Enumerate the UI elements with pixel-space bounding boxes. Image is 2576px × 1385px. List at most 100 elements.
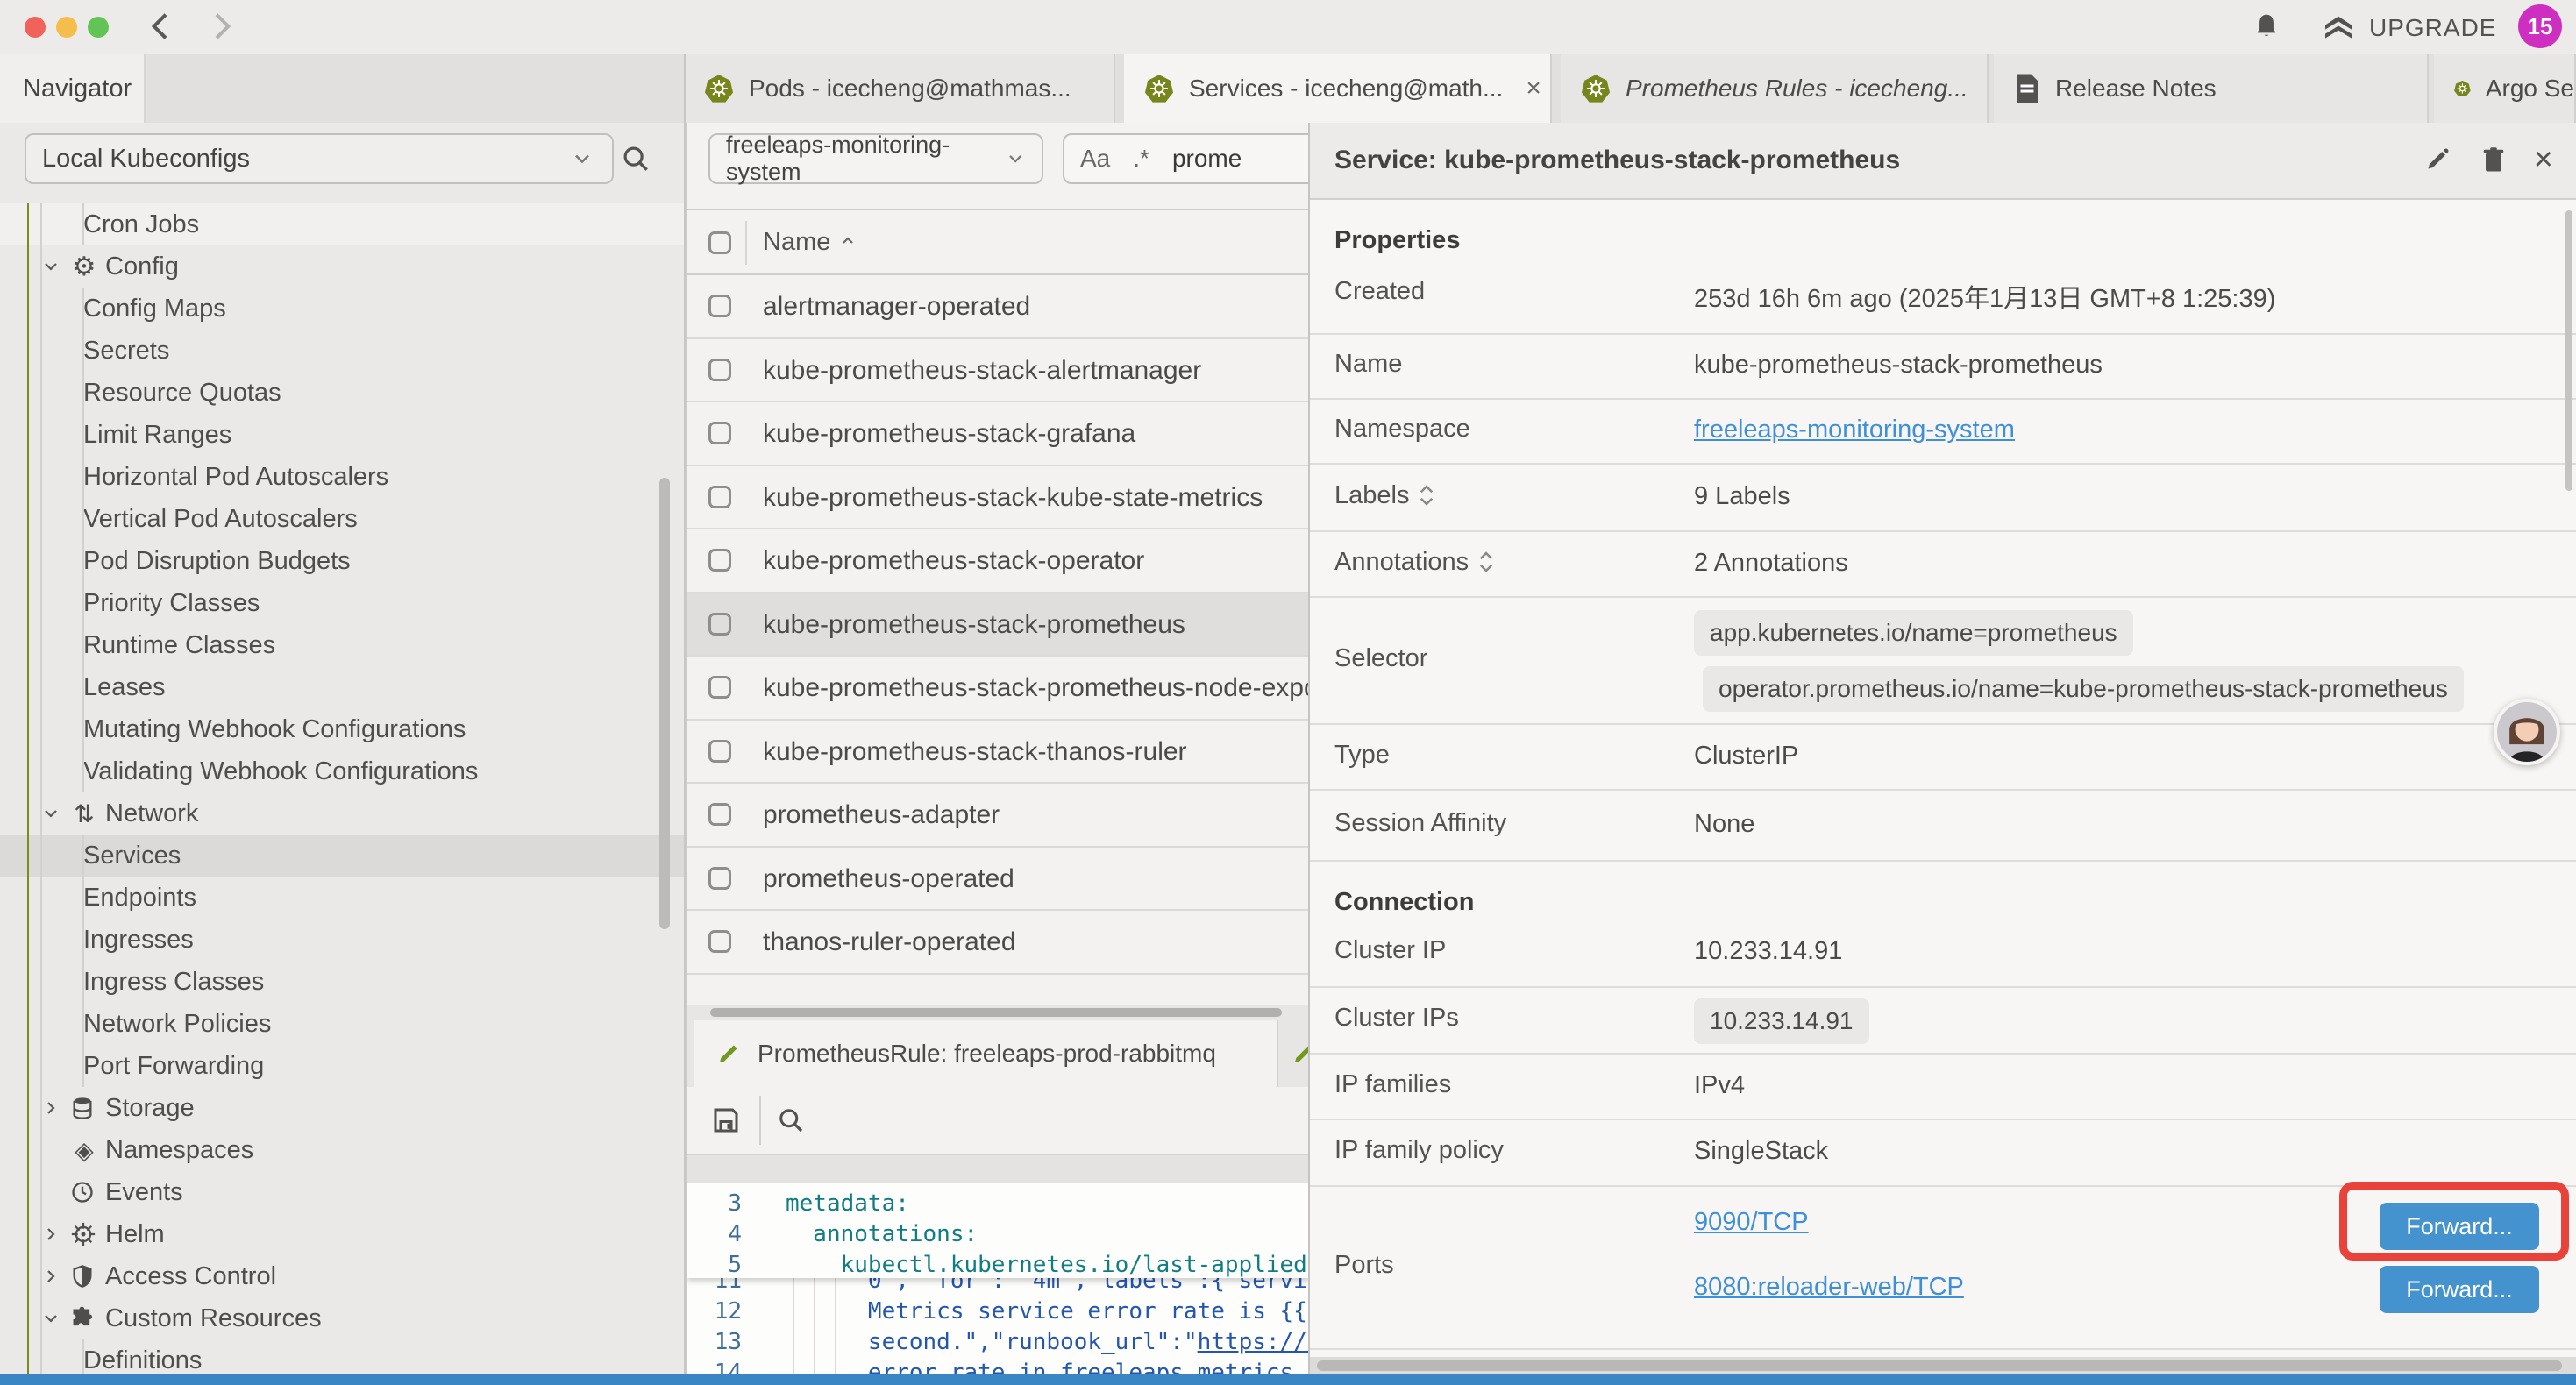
sidebar-item-resource-quotas[interactable]: Resource Quotas — [0, 372, 684, 414]
panel-horizontal-scrollbar[interactable] — [1310, 1357, 2576, 1374]
expander-icon[interactable] — [1418, 482, 1435, 508]
sidebar-item-secrets[interactable]: Secrets — [0, 330, 684, 372]
table-row[interactable]: prometheus-adapter — [687, 784, 1308, 848]
sidebar-item-cron-jobs[interactable]: Cron Jobs — [0, 203, 684, 245]
navigator-panel-tab[interactable]: Navigator — [0, 54, 146, 123]
sidebar-item-priority-classes[interactable]: Priority Classes — [0, 582, 684, 624]
sidebar-item-endpoints[interactable]: Endpoints — [0, 877, 684, 919]
table-row[interactable]: alertmanager-operated — [687, 275, 1308, 339]
row-checkbox[interactable] — [708, 549, 731, 572]
sidebar-item-config[interactable]: ⚙Config — [0, 245, 684, 288]
row-checkbox[interactable] — [708, 486, 731, 508]
edit-pencil-icon[interactable] — [2422, 144, 2453, 175]
row-checkbox[interactable] — [708, 359, 731, 381]
table-row[interactable]: prometheus-operated — [687, 848, 1308, 912]
sidebar-item-custom-resources[interactable]: Custom Resources — [0, 1297, 684, 1339]
row-checkbox[interactable] — [708, 930, 731, 953]
table-row[interactable]: kube-prometheus-stack-grafana — [687, 402, 1308, 466]
port-link[interactable]: 8080:reloader-web/TCP — [1694, 1273, 1964, 1302]
chevron-right-icon[interactable] — [40, 1224, 63, 1245]
tab-services-icecheng-math-[interactable]: Services - icecheng@math...× — [1124, 54, 1552, 123]
sidebar-item-label: Ingresses — [83, 926, 194, 955]
sidebar-item-runtime-classes[interactable]: Runtime Classes — [0, 624, 684, 666]
select-all-checkbox[interactable] — [708, 231, 731, 254]
expander-icon[interactable] — [1477, 549, 1495, 575]
notification-count-badge[interactable]: 15 — [2518, 4, 2562, 48]
tab-argo-se[interactable]: Argo Se — [2434, 54, 2576, 123]
match-case-toggle[interactable]: Aa — [1080, 145, 1110, 173]
chevron-down-icon[interactable] — [40, 1308, 63, 1329]
sidebar-item-helm[interactable]: Helm — [0, 1213, 684, 1255]
yaml-editor[interactable]: 3metadata:4 annotations:5 kubectl.kubern… — [687, 1183, 1308, 1385]
sidebar-item-storage[interactable]: Storage — [0, 1087, 684, 1129]
chevron-right-icon[interactable] — [40, 1266, 63, 1287]
runbook-link[interactable]: https://net — [1198, 1329, 1308, 1355]
close-icon[interactable]: × — [2534, 144, 2553, 175]
table-row[interactable]: kube-prometheus-stack-operator — [687, 529, 1308, 593]
tab-pods-icecheng-mathmas-[interactable]: Pods - icecheng@mathmas... — [684, 54, 1115, 123]
back-icon[interactable] — [144, 9, 179, 44]
delete-trash-icon[interactable] — [2478, 144, 2509, 175]
detail-value[interactable]: freeleaps-monitoring-system — [1694, 416, 2015, 444]
close-window-button[interactable] — [25, 17, 46, 38]
sidebar-item-leases[interactable]: Leases — [0, 666, 684, 708]
sidebar-item-network-policies[interactable]: Network Policies — [0, 1003, 684, 1045]
editor-search-icon[interactable] — [775, 1104, 807, 1136]
panel-vertical-scrollbar[interactable] — [2565, 210, 2572, 491]
forward-button[interactable]: Forward... — [2380, 1266, 2539, 1313]
sidebar-item-ingress-classes[interactable]: Ingress Classes — [0, 961, 684, 1003]
sidebar-item-pod-disruption-budgets[interactable]: Pod Disruption Budgets — [0, 540, 684, 582]
namespace-selector[interactable]: freeleaps-monitoring-system — [708, 133, 1043, 184]
row-checkbox[interactable] — [708, 422, 731, 444]
table-row[interactable]: thanos-ruler-operated — [687, 911, 1308, 975]
sidebar-item-ingresses[interactable]: Ingresses — [0, 919, 684, 961]
chevron-down-icon[interactable] — [40, 803, 63, 824]
sidebar-item-services[interactable]: Services — [0, 835, 684, 877]
chevron-right-icon[interactable] — [40, 1097, 63, 1119]
table-horizontal-scrollbar[interactable] — [687, 1005, 1308, 1020]
editor-tab-next[interactable] — [1280, 1020, 1308, 1087]
table-row[interactable]: kube-prometheus-stack-alertmanager — [687, 339, 1308, 403]
row-checkbox[interactable] — [708, 613, 731, 636]
table-row[interactable]: kube-prometheus-stack-prometheus — [687, 593, 1308, 657]
sidebar-item-config-maps[interactable]: Config Maps — [0, 288, 684, 330]
save-icon[interactable] — [710, 1104, 742, 1136]
row-checkbox[interactable] — [708, 867, 731, 890]
tab-close-icon[interactable]: × — [1526, 74, 1541, 103]
port-link[interactable]: 9090/TCP — [1694, 1208, 1809, 1237]
notifications-bell-icon[interactable] — [2250, 11, 2283, 44]
row-checkbox[interactable] — [708, 740, 731, 763]
kubeconfig-selector[interactable]: Local Kubeconfigs — [25, 133, 614, 184]
sidebar-item-network[interactable]: ⇅Network — [0, 792, 684, 835]
minimize-window-button[interactable] — [56, 17, 77, 38]
user-avatar[interactable] — [2494, 699, 2560, 765]
forward-icon[interactable] — [203, 9, 238, 44]
name-column-header[interactable]: Name — [763, 228, 858, 257]
editor-tab-prometheusrule[interactable]: PrometheusRule: freeleaps-prod-rabbitmq — [694, 1020, 1278, 1087]
sidebar-item-port-forwarding[interactable]: Port Forwarding — [0, 1045, 684, 1087]
maximize-window-button[interactable] — [88, 17, 109, 38]
table-row[interactable]: kube-prometheus-stack-thanos-ruler — [687, 721, 1308, 785]
upgrade-icon[interactable] — [2320, 11, 2357, 46]
sidebar-item-mutating-webhook-configurations[interactable]: Mutating Webhook Configurations — [0, 708, 684, 750]
table-row[interactable]: kube-prometheus-stack-prometheus-node-ex… — [687, 657, 1308, 721]
sidebar-item-access-control[interactable]: Access Control — [0, 1255, 684, 1297]
regex-toggle[interactable]: .* — [1133, 145, 1149, 173]
sidebar-item-namespaces[interactable]: ◈Namespaces — [0, 1129, 684, 1171]
filter-input[interactable]: Aa .* prome — [1063, 133, 1308, 184]
sidebar-item-validating-webhook-configurations[interactable]: Validating Webhook Configurations — [0, 750, 684, 792]
sidebar-scrollbar[interactable] — [659, 478, 670, 929]
tab-prometheus-rules-icechen[interactable]: Prometheus Rules - icecheng... — [1561, 54, 1989, 123]
sidebar-item-vertical-pod-autoscalers[interactable]: Vertical Pod Autoscalers — [0, 498, 684, 540]
upgrade-button[interactable]: UPGRADE — [2369, 14, 2496, 42]
table-row[interactable]: kube-prometheus-stack-kube-state-metrics — [687, 466, 1308, 530]
row-checkbox[interactable] — [708, 803, 731, 826]
chevron-down-icon[interactable] — [40, 256, 63, 277]
row-checkbox[interactable] — [708, 676, 731, 699]
sidebar-item-horizontal-pod-autoscalers[interactable]: Horizontal Pod Autoscalers — [0, 456, 684, 498]
sidebar-search-icon[interactable] — [619, 142, 652, 175]
sidebar-item-events[interactable]: Events — [0, 1171, 684, 1213]
sidebar-item-limit-ranges[interactable]: Limit Ranges — [0, 414, 684, 456]
row-checkbox[interactable] — [708, 295, 731, 317]
tab-release-notes[interactable]: Release Notes — [1994, 54, 2429, 123]
